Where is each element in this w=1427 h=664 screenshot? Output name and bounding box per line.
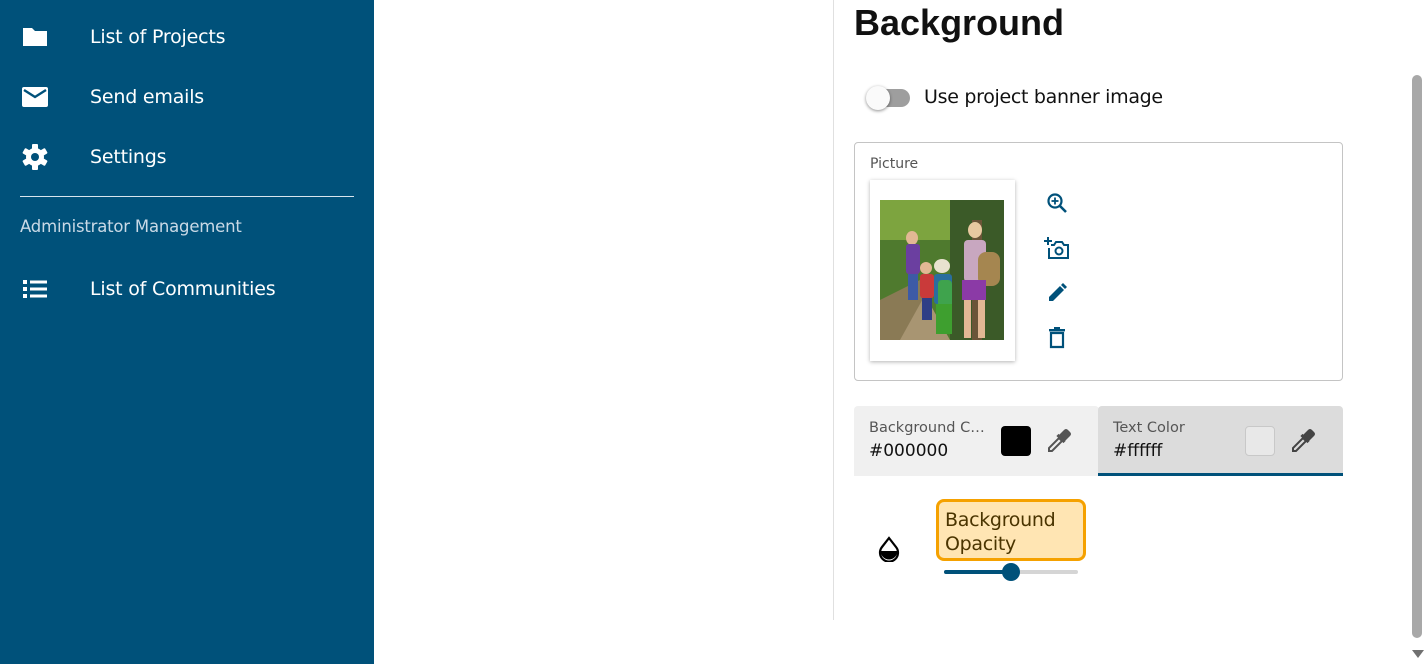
scroll-down-icon[interactable]	[1412, 650, 1424, 658]
text-color-label: Text Color	[1113, 420, 1185, 436]
text-color-field[interactable]: Text Color #ffffff	[1098, 406, 1343, 476]
eyedropper-icon[interactable]	[1044, 428, 1072, 456]
banner-image-toggle[interactable]	[866, 86, 912, 110]
background-color-label: Background Co...	[869, 420, 987, 436]
sidebar-divider	[20, 196, 354, 197]
panel-divider	[833, 0, 834, 620]
sidebar-section-label: Administrator Management	[20, 217, 242, 236]
delete-trash-icon[interactable]	[1044, 325, 1070, 351]
picture-thumbnail-card[interactable]	[870, 180, 1015, 361]
sidebar-item-label: List of Projects	[90, 26, 226, 48]
picture-field: Picture	[854, 142, 1343, 381]
sidebar-item-list-of-projects[interactable]: List of Projects	[0, 17, 374, 57]
sidebar-item-settings[interactable]: Settings	[0, 137, 374, 177]
toggle-thumb	[866, 86, 890, 110]
page-title: Background	[854, 2, 1065, 43]
text-color-swatch[interactable]	[1245, 426, 1275, 456]
background-color-field[interactable]: Background Co... #000000	[854, 406, 1099, 476]
list-icon	[20, 274, 50, 304]
folder-icon	[20, 22, 50, 52]
picture-thumbnail	[880, 200, 1004, 340]
background-opacity-label: Background Opacity	[936, 499, 1086, 561]
sidebar-item-label: List of Communities	[90, 278, 276, 300]
sidebar-item-label: Send emails	[90, 86, 204, 108]
edit-pencil-icon[interactable]	[1044, 280, 1070, 306]
sidebar: List of Projects Send emails Settings Ad…	[0, 0, 374, 664]
sidebar-item-list-of-communities[interactable]: List of Communities	[0, 269, 374, 309]
eyedropper-icon[interactable]	[1288, 428, 1316, 456]
sidebar-item-send-emails[interactable]: Send emails	[0, 77, 374, 117]
picture-label: Picture	[870, 156, 919, 172]
mail-icon	[20, 82, 50, 112]
page-scrollbar[interactable]	[1409, 0, 1427, 664]
background-opacity-slider[interactable]	[944, 563, 1078, 581]
scrollbar-thumb[interactable]	[1412, 75, 1422, 638]
background-color-swatch[interactable]	[1001, 426, 1031, 456]
slider-fill	[944, 570, 1011, 574]
opacity-icon	[876, 536, 902, 563]
add-photo-icon[interactable]	[1044, 235, 1070, 261]
slider-thumb[interactable]	[1002, 563, 1020, 581]
banner-image-toggle-label: Use project banner image	[924, 86, 1163, 108]
background-color-value[interactable]: #000000	[869, 441, 948, 461]
text-color-value[interactable]: #ffffff	[1113, 441, 1162, 461]
gear-icon	[20, 142, 50, 172]
sidebar-item-label: Settings	[90, 146, 167, 168]
zoom-in-icon[interactable]	[1044, 190, 1070, 216]
